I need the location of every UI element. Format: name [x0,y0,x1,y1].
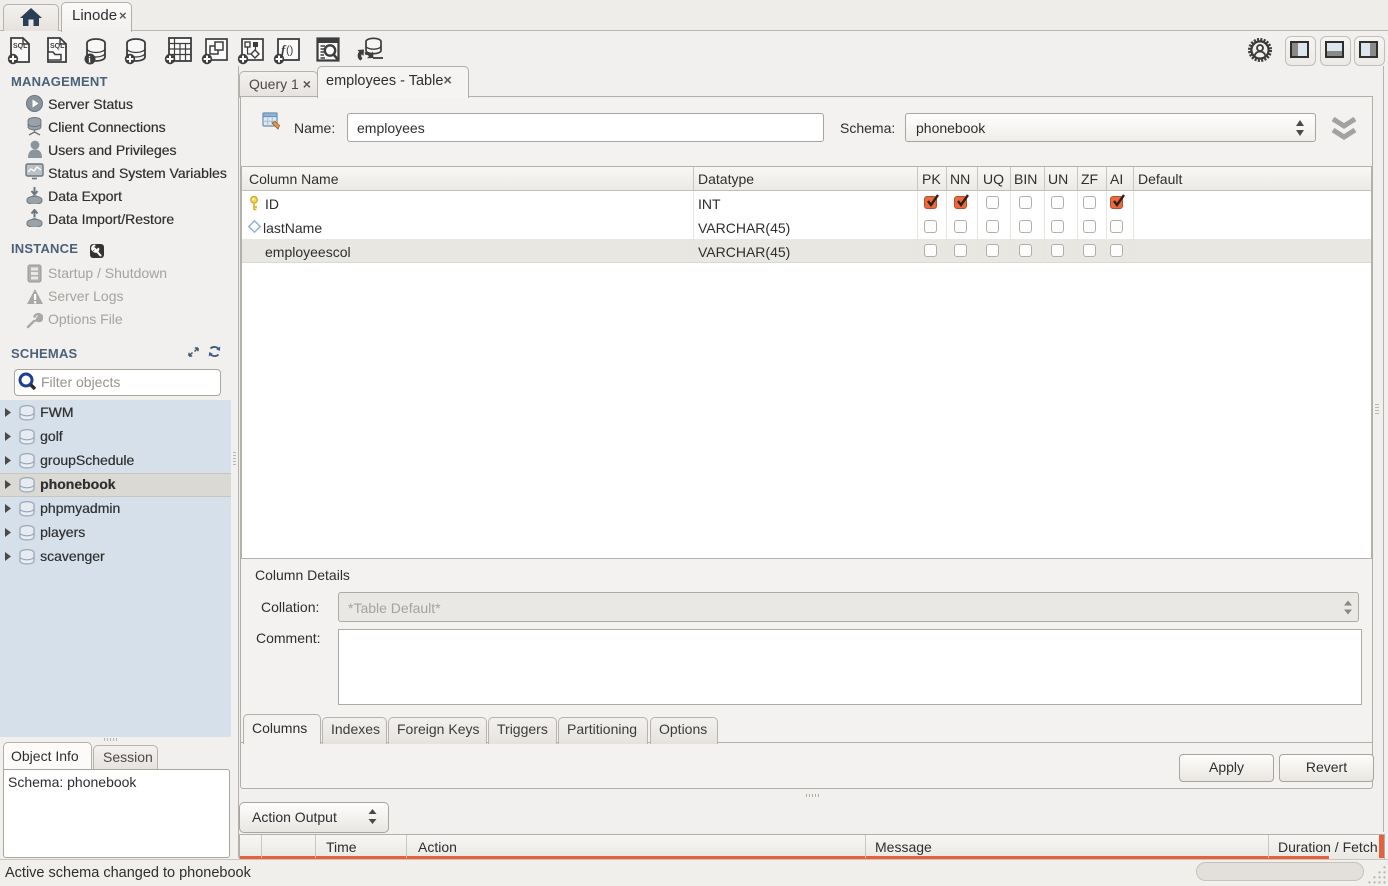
svg-text:(): () [286,45,293,57]
